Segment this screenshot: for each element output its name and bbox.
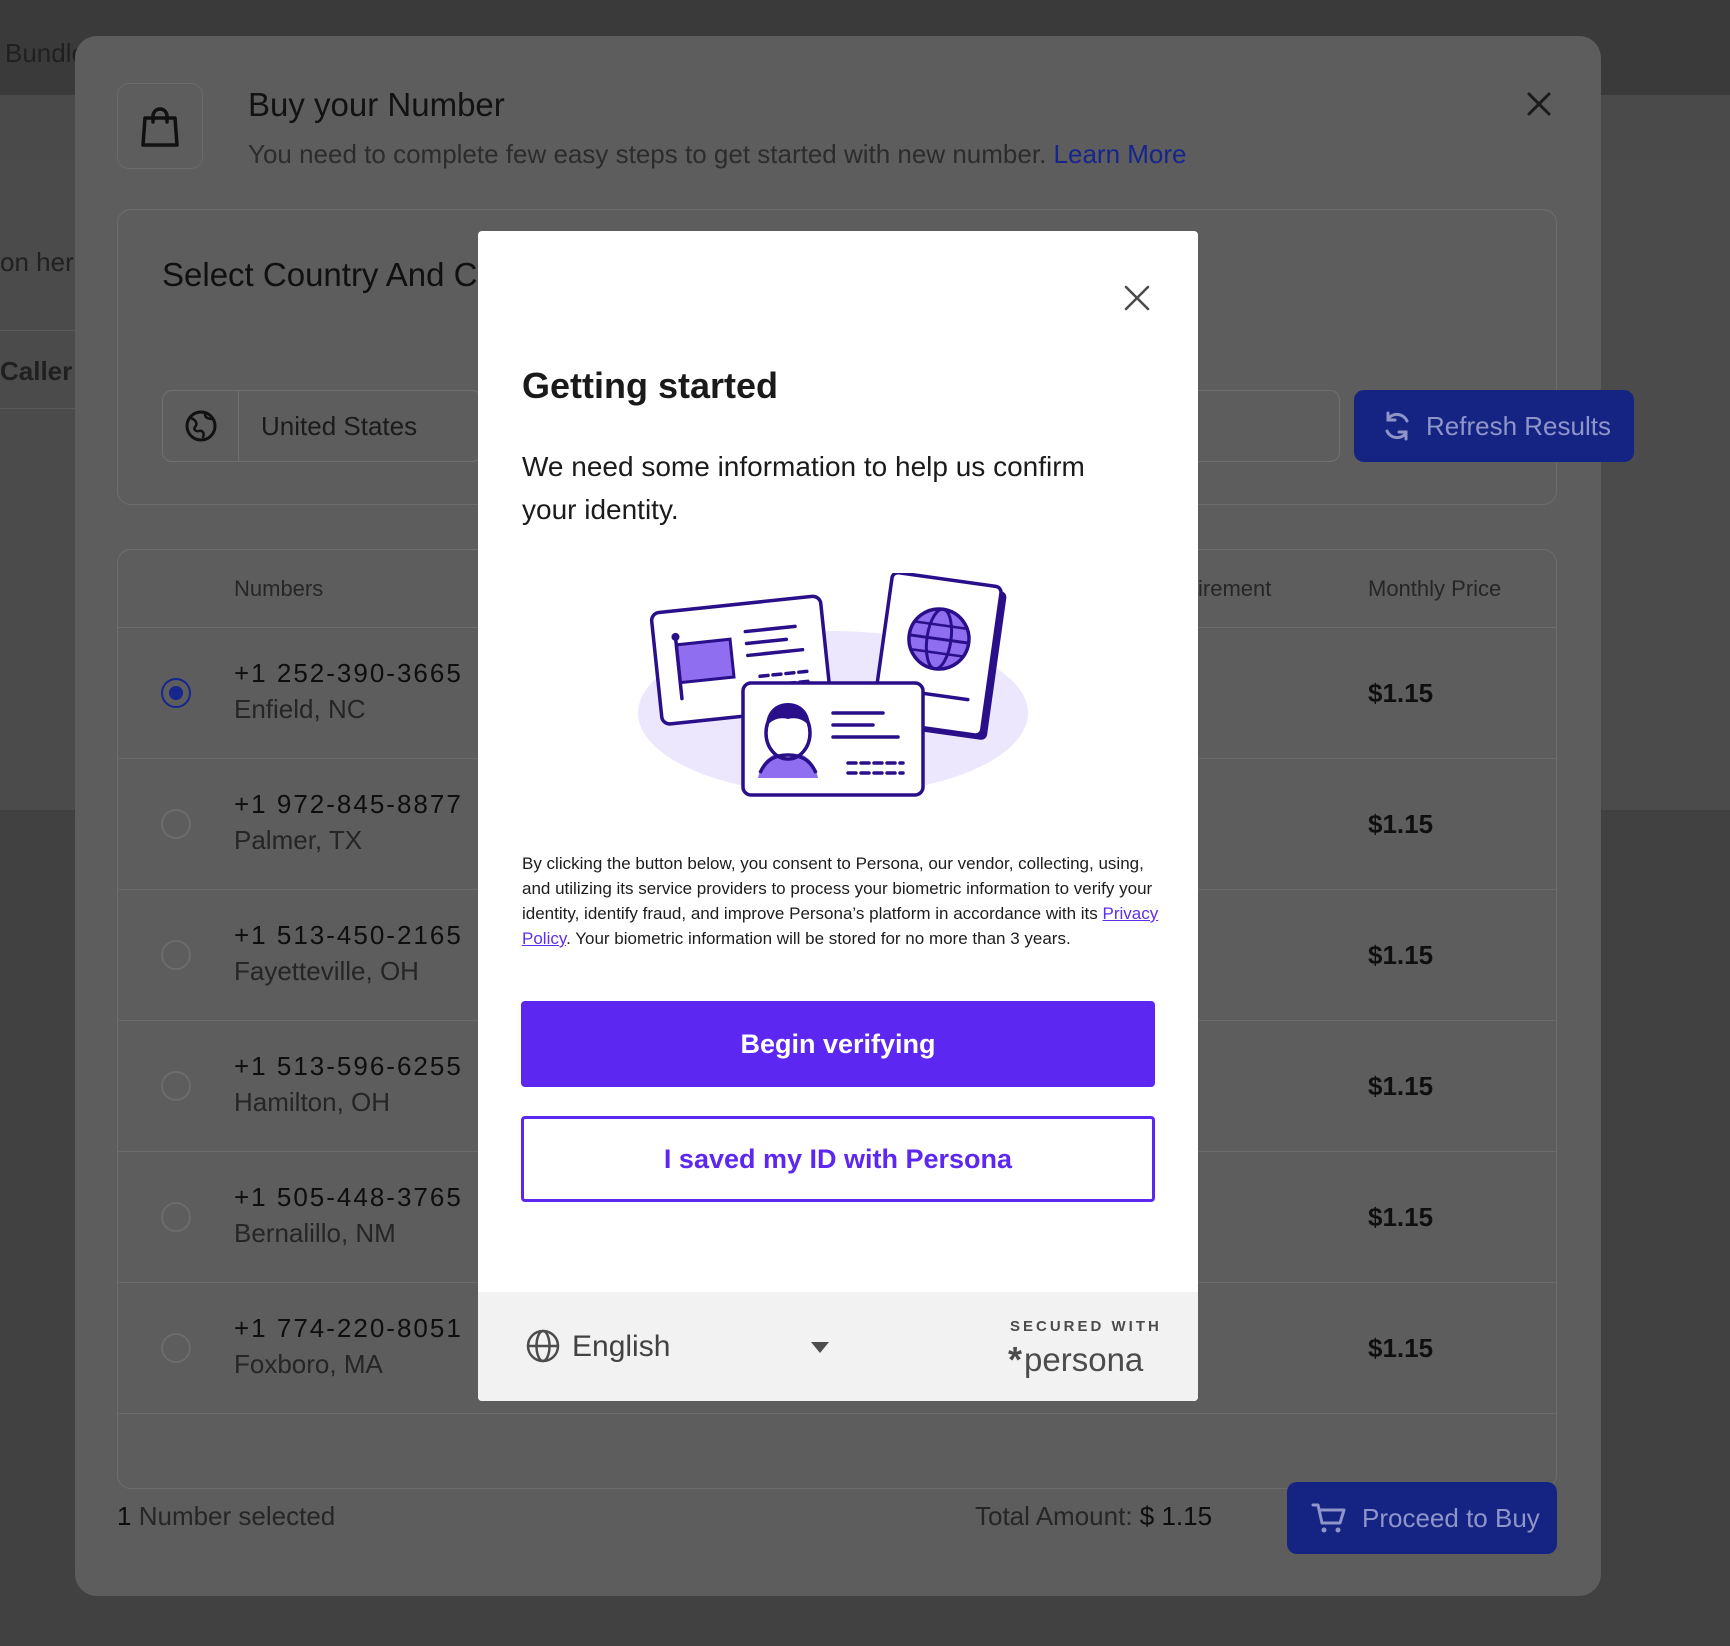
total-amount-label: Total Amount:: [975, 1501, 1133, 1531]
phone-number: +1 513-596-6255: [234, 1051, 463, 1081]
persona-logo: * persona: [1008, 1338, 1143, 1382]
dialog-title: Getting started: [522, 365, 779, 406]
dialog-close-icon[interactable]: [1118, 279, 1156, 317]
number-location: Enfield, NC: [234, 694, 366, 724]
background-caller-text: Caller: [0, 356, 73, 386]
secured-with-label: SECURED WITH: [1010, 1318, 1162, 1335]
language-select[interactable]: English: [572, 1330, 670, 1364]
background-partial-text: on her: [0, 247, 74, 277]
number-location: Foxboro, MA: [234, 1349, 383, 1379]
learn-more-link[interactable]: Learn More: [1054, 139, 1187, 169]
chevron-down-icon[interactable]: [811, 1342, 829, 1353]
select-country-title: Select Country And C: [162, 256, 478, 293]
refresh-results-button[interactable]: Refresh Results: [1354, 390, 1634, 462]
saved-id-button[interactable]: I saved my ID with Persona: [521, 1116, 1155, 1202]
modal-subtitle-text: You need to complete few easy steps to g…: [248, 139, 1047, 169]
begin-verifying-button[interactable]: Begin verifying: [521, 1001, 1155, 1087]
row-radio[interactable]: [161, 1071, 191, 1101]
phone-number: +1 513-450-2165: [234, 920, 463, 950]
phone-number: +1 972-845-8877: [234, 789, 463, 819]
modal-subtitle: You need to complete few easy steps to g…: [248, 139, 1187, 170]
phone-number: +1 774-220-8051: [234, 1313, 463, 1343]
number-location: Fayetteville, OH: [234, 956, 419, 986]
column-header-numbers: Numbers: [234, 576, 324, 601]
persona-dialog: Getting started We need some information…: [478, 231, 1198, 1401]
number-location: Hamilton, OH: [234, 1087, 391, 1117]
monthly-price: $1.15: [1368, 1071, 1434, 1101]
total-amount: Total Amount: $ 1.15: [975, 1501, 1212, 1532]
globe-icon: [163, 391, 239, 461]
monthly-price: $1.15: [1368, 678, 1434, 708]
phone-number: +1 252-390-3665: [234, 658, 463, 688]
modal-title: Buy your Number: [248, 86, 505, 123]
persona-logo-wordmark: persona: [1024, 1341, 1144, 1378]
phone-number: +1 505-448-3765: [234, 1182, 463, 1212]
consent-text-before: By clicking the button below, you consen…: [522, 854, 1153, 923]
monthly-price: $1.15: [1368, 1202, 1434, 1232]
row-radio-selected[interactable]: [161, 678, 191, 708]
persona-logo-mark: *: [1008, 1339, 1023, 1380]
column-header-requirement: irement: [1198, 576, 1272, 601]
selected-count: 1 Number selected: [117, 1501, 335, 1532]
dialog-footer: English SECURED WITH * persona: [478, 1292, 1198, 1401]
cart-icon: [1311, 1503, 1346, 1533]
shopping-bag-icon: [117, 83, 203, 169]
row-radio[interactable]: [161, 809, 191, 839]
monthly-price: $1.15: [1368, 809, 1434, 839]
proceed-to-buy-button[interactable]: Proceed to Buy: [1287, 1482, 1557, 1554]
monthly-price: $1.15: [1368, 940, 1434, 970]
country-select[interactable]: United States: [162, 390, 482, 462]
consent-text: By clicking the button below, you consen…: [522, 851, 1162, 951]
selected-count-text: Number selected: [138, 1501, 336, 1531]
background-bundle-text: Bundle: [5, 38, 86, 68]
background-right-panel: [1600, 160, 1730, 810]
search-field[interactable]: [1198, 390, 1340, 462]
monthly-price: $1.15: [1368, 1333, 1434, 1363]
dialog-body: We need some information to help us conf…: [522, 451, 1085, 525]
globe-icon: [525, 1328, 561, 1364]
refresh-results-label: Refresh Results: [1426, 410, 1611, 441]
row-radio[interactable]: [161, 1202, 191, 1232]
number-location: Bernalillo, NM: [234, 1218, 396, 1248]
number-location: Palmer, TX: [234, 825, 363, 855]
background-divider: [0, 408, 75, 409]
row-radio[interactable]: [161, 940, 191, 970]
column-header-monthly-price: Monthly Price: [1368, 576, 1502, 601]
id-documents-illustration: [638, 570, 1038, 813]
refresh-icon: [1385, 411, 1409, 441]
row-radio[interactable]: [161, 1333, 191, 1363]
modal-close-icon[interactable]: [1522, 87, 1556, 121]
background-divider: [0, 330, 75, 331]
total-amount-value: $ 1.15: [1139, 1501, 1213, 1531]
selected-count-number: 1: [117, 1501, 132, 1531]
consent-text-after: . Your biometric information will be sto…: [566, 929, 1071, 948]
proceed-to-buy-label: Proceed to Buy: [1362, 1502, 1540, 1533]
country-value: United States: [261, 411, 418, 441]
